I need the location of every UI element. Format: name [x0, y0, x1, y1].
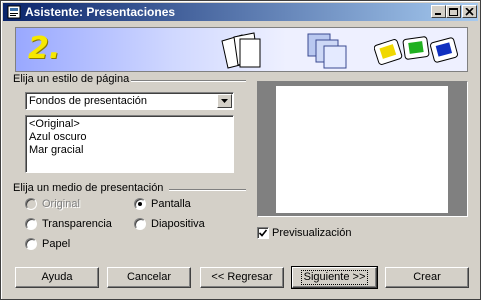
page-style-separator [131, 80, 246, 82]
radio-transparencia[interactable] [25, 218, 37, 230]
page-style-dropdown[interactable]: Fondos de presentación [25, 92, 234, 110]
close-icon [465, 8, 474, 16]
window-title: Asistente: Presentaciones [25, 5, 176, 19]
create-button[interactable]: Crear [385, 267, 469, 288]
radio-transparencia-label: Transparencia [42, 218, 112, 230]
wizard-window: Asistente: Presentaciones 2. Elija un es… [0, 0, 481, 300]
medium-separator [169, 189, 246, 191]
cancel-button[interactable]: Cancelar [107, 267, 191, 288]
radio-original[interactable] [25, 198, 37, 210]
radio-papel-label: Papel [42, 238, 71, 250]
back-button[interactable]: << Regresar [200, 267, 284, 288]
app-icon [7, 5, 21, 19]
list-item[interactable]: Mar gracial [29, 144, 83, 156]
radio-pantalla-label: Pantalla [151, 198, 191, 210]
radio-selected-dot [138, 202, 142, 206]
next-button[interactable]: Siguiente >> [291, 266, 378, 289]
preview-checkbox-label: Previsualización [272, 227, 352, 239]
close-button[interactable] [462, 5, 477, 18]
minimize-button[interactable] [431, 5, 446, 18]
wizard-banner: 2. [15, 27, 468, 72]
create-button-label: Crear [413, 271, 441, 283]
step-number: 2. [28, 31, 61, 66]
help-button[interactable]: Ayuda [15, 267, 99, 288]
checkmark-icon [259, 229, 267, 237]
list-item[interactable]: Azul oscuro [29, 131, 86, 143]
preview-panel [257, 81, 468, 217]
preview-checkbox[interactable] [257, 227, 269, 239]
radio-pantalla[interactable] [134, 198, 146, 210]
next-button-label: Siguiente >> [300, 270, 369, 285]
pages-icon [221, 32, 261, 69]
radio-papel[interactable] [25, 238, 37, 250]
help-button-label: Ayuda [41, 271, 73, 283]
maximize-button[interactable] [446, 5, 461, 18]
cancel-button-label: Cancelar [126, 271, 172, 283]
transparency-icon [307, 33, 347, 69]
medium-group-label: Elija un medio de presentación [13, 182, 164, 194]
minimize-icon [435, 13, 441, 15]
radio-diapositiva-label: Diapositiva [151, 218, 205, 230]
preview-page [276, 86, 448, 213]
back-button-label: << Regresar [211, 271, 273, 283]
chevron-down-icon [221, 99, 228, 103]
page-style-dropdown-value: Fondos de presentación [29, 95, 148, 107]
list-item[interactable]: <Original> [29, 118, 80, 130]
title-bar[interactable]: Asistente: Presentaciones [3, 3, 478, 21]
page-style-group-label: Elija un estilo de página [13, 73, 130, 85]
maximize-icon [449, 8, 458, 16]
dropdown-button[interactable] [217, 94, 232, 108]
radio-diapositiva[interactable] [134, 218, 146, 230]
slides-icon [374, 36, 459, 65]
radio-original-label: Original [42, 198, 80, 210]
page-style-list[interactable]: <Original> Azul oscuro Mar gracial [25, 115, 234, 173]
